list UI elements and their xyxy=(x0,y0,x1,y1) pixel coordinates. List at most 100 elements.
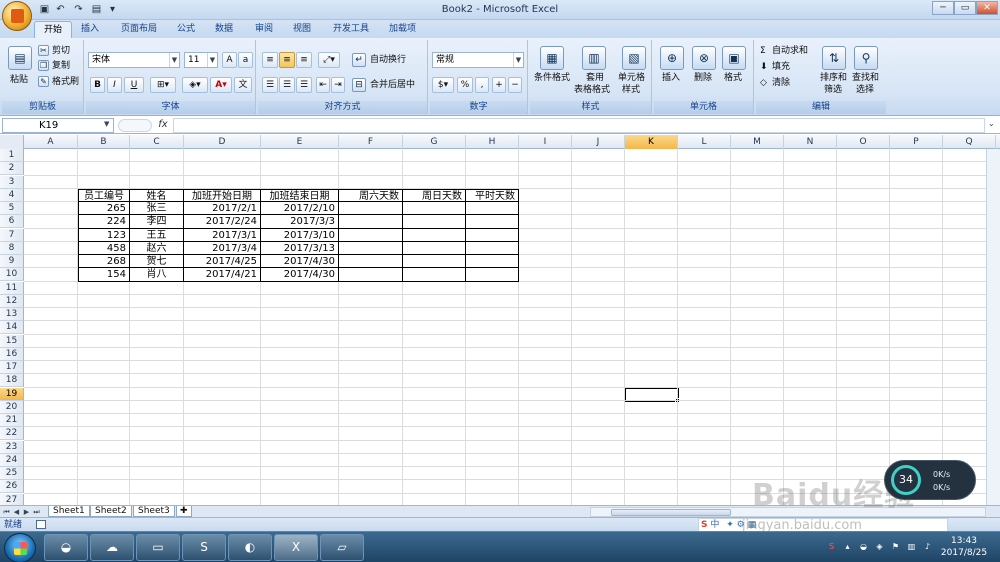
table-cell[interactable]: 2017/3/1 xyxy=(184,228,261,242)
shield-icon[interactable]: ◈ xyxy=(874,541,885,552)
paint-icon[interactable]: ◐ xyxy=(228,534,272,561)
font-color-button[interactable]: A▾ xyxy=(210,77,232,93)
table-cell[interactable]: 张三 xyxy=(130,202,184,216)
table-cell[interactable] xyxy=(339,255,403,269)
last-sheet-icon[interactable]: ⏭ xyxy=(32,507,41,517)
insert-cells-button[interactable]: 插入 xyxy=(662,72,680,84)
row-header-10[interactable]: 10 xyxy=(0,268,24,282)
table-cell[interactable] xyxy=(403,268,466,282)
font-size-select[interactable]: 11 ▼ xyxy=(184,52,218,68)
table-header-cell[interactable]: 员工编号 xyxy=(78,188,130,202)
borders-button[interactable]: ⊞▾ xyxy=(150,77,176,93)
row-header-3[interactable]: 3 xyxy=(0,175,24,189)
table-cell[interactable] xyxy=(403,255,466,269)
row-header-13[interactable]: 13 xyxy=(0,308,24,321)
table-cell[interactable]: 2017/2/24 xyxy=(184,215,261,229)
delete-cells-button[interactable]: 删除 xyxy=(694,72,712,84)
column-header-b[interactable]: B xyxy=(78,135,130,149)
increase-decimal-button[interactable]: + xyxy=(492,77,506,93)
tab-review[interactable]: 审阅 xyxy=(246,21,282,38)
row-header-4[interactable]: 4 xyxy=(0,188,24,202)
column-header-q[interactable]: Q xyxy=(943,135,996,149)
delete-cells-icon[interactable]: ⊗ xyxy=(692,46,716,70)
row-header-23[interactable]: 23 xyxy=(0,440,24,454)
start-button[interactable] xyxy=(4,533,36,562)
wechat-icon[interactable]: ☁ xyxy=(90,534,134,561)
format-as-table-line1[interactable]: 套用 xyxy=(586,72,604,84)
format-as-table-icon[interactable]: ▥ xyxy=(582,46,606,70)
table-cell[interactable]: 265 xyxy=(78,202,130,216)
table-cell[interactable] xyxy=(339,241,403,255)
table-cell[interactable] xyxy=(339,202,403,216)
tab-formulas[interactable]: 公式 xyxy=(168,21,204,38)
row-header-5[interactable]: 5 xyxy=(0,202,24,215)
bold-button[interactable]: B xyxy=(90,77,105,93)
column-header-l[interactable]: L xyxy=(678,135,731,149)
qq-tray-icon[interactable]: ◒ xyxy=(858,541,869,552)
prev-sheet-icon[interactable]: ◀ xyxy=(12,507,21,517)
fill-button[interactable]: 填充 xyxy=(772,61,790,73)
network-icon[interactable]: ▥ xyxy=(906,541,917,552)
grow-font-button[interactable]: A xyxy=(222,52,237,68)
row-header-15[interactable]: 15 xyxy=(0,334,24,348)
row-header-1[interactable]: 1 xyxy=(0,149,24,162)
horizontal-scroll-thumb[interactable] xyxy=(611,509,731,516)
table-cell[interactable] xyxy=(466,202,519,216)
sort-filter-icon[interactable]: ⇅ xyxy=(822,46,846,70)
table-cell[interactable] xyxy=(466,255,519,269)
volume-icon[interactable]: ♪ xyxy=(922,541,933,552)
italic-button[interactable]: I xyxy=(107,77,122,93)
column-header-e[interactable]: E xyxy=(261,135,339,149)
row-header-19[interactable]: 19 xyxy=(0,387,24,401)
flag-tray-icon[interactable]: ⚑ xyxy=(890,541,901,552)
align-center-button[interactable]: ☰ xyxy=(279,77,295,93)
table-cell[interactable]: 2017/2/1 xyxy=(184,202,261,216)
row-header-2[interactable]: 2 xyxy=(0,162,24,176)
cell-styles-line1[interactable]: 单元格 xyxy=(618,72,645,84)
row-header-16[interactable]: 16 xyxy=(0,347,24,361)
table-cell[interactable]: 2017/4/30 xyxy=(261,268,339,282)
office-button[interactable] xyxy=(2,1,32,31)
row-header-18[interactable]: 18 xyxy=(0,374,24,388)
orientation-button[interactable]: ⤢▾ xyxy=(318,52,340,68)
table-cell[interactable]: 2017/4/21 xyxy=(184,268,261,282)
table-cell[interactable] xyxy=(466,215,519,229)
fill-color-button[interactable]: ◈▾ xyxy=(182,77,208,93)
increase-indent-button[interactable]: ⇥ xyxy=(331,77,345,93)
tab-home[interactable]: 开始 xyxy=(34,21,73,38)
row-header-8[interactable]: 8 xyxy=(0,241,24,255)
insert-sheet-icon[interactable]: ✚ xyxy=(176,506,192,517)
row-header-22[interactable]: 22 xyxy=(0,427,24,441)
row-header-7[interactable]: 7 xyxy=(0,228,24,242)
tab-page-layout[interactable]: 页面布局 xyxy=(112,21,166,38)
align-right-button[interactable]: ☰ xyxy=(296,77,312,93)
cell-styles-icon[interactable]: ▧ xyxy=(622,46,646,70)
table-cell[interactable] xyxy=(403,202,466,216)
table-cell[interactable]: 458 xyxy=(78,241,130,255)
formula-input[interactable] xyxy=(173,118,985,133)
row-header-11[interactable]: 11 xyxy=(0,281,24,295)
format-as-table-line2[interactable]: 表格格式 xyxy=(574,84,610,96)
formula-expand-button[interactable] xyxy=(118,119,152,132)
clear-button[interactable]: 清除 xyxy=(772,77,790,89)
first-sheet-icon[interactable]: ⏮ xyxy=(2,507,11,517)
table-cell[interactable] xyxy=(339,268,403,282)
table-header-cell[interactable]: 周六天数 xyxy=(339,188,403,202)
row-header-20[interactable]: 20 xyxy=(0,400,24,414)
table-header-cell[interactable]: 加班结束日期 xyxy=(261,188,339,202)
column-header-d[interactable]: D xyxy=(184,135,261,149)
conditional-format-button[interactable]: 条件格式 xyxy=(534,72,570,84)
qq-icon[interactable]: ◒ xyxy=(44,534,88,561)
table-cell[interactable]: 2017/3/10 xyxy=(261,228,339,242)
row-header-27[interactable]: 27 xyxy=(0,493,24,505)
table-header-cell[interactable]: 姓名 xyxy=(130,188,184,202)
table-cell[interactable] xyxy=(403,228,466,242)
sheet-tab-2[interactable]: Sheet2 xyxy=(90,506,132,517)
sheet-tab-3[interactable]: Sheet3 xyxy=(133,506,175,517)
table-cell[interactable] xyxy=(466,228,519,242)
cell-styles-line2[interactable]: 样式 xyxy=(622,84,640,96)
folder-icon[interactable]: ▭ xyxy=(136,534,180,561)
percent-button[interactable]: % xyxy=(457,77,473,93)
column-header-i[interactable]: I xyxy=(519,135,572,149)
format-painter-button[interactable]: 格式刷 xyxy=(52,76,79,88)
